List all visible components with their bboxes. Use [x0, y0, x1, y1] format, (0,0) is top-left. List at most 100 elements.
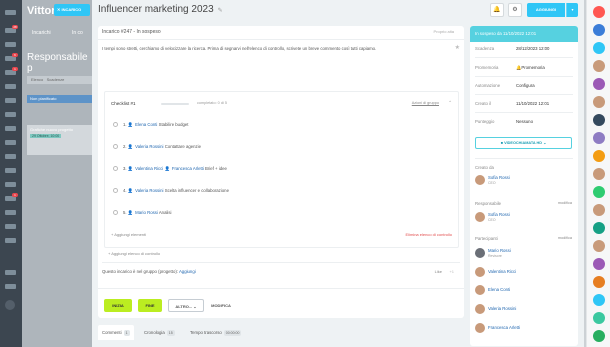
like-button[interactable]: Like	[435, 269, 442, 274]
analytics-icon[interactable]	[5, 182, 16, 187]
drive-icon[interactable]	[5, 84, 16, 89]
add-dropdown-icon[interactable]: ▾	[566, 3, 578, 17]
avatar[interactable]	[593, 258, 605, 270]
copy-link[interactable]: Proprio alta	[434, 29, 454, 34]
avatar[interactable]	[593, 114, 605, 126]
tab-history[interactable]: Cronologia 15	[140, 325, 179, 340]
avatar[interactable]	[593, 60, 605, 72]
group-chat-icon[interactable]	[593, 294, 605, 306]
menu-icon[interactable]	[5, 10, 16, 15]
settings-icon[interactable]	[5, 238, 16, 243]
participant-name[interactable]: Francesca Arletti	[488, 325, 520, 330]
video-call-button[interactable]: ■ VIDEOCHIAMATA HD ⌄	[475, 137, 572, 149]
avatar[interactable]	[593, 78, 605, 90]
deadline-value[interactable]: 28/12/2023 12:00	[516, 46, 549, 51]
avatar[interactable]	[5, 300, 15, 310]
participant-name[interactable]: Valentina Ricci	[488, 269, 516, 274]
search-icon[interactable]	[593, 24, 605, 36]
marketing-icon[interactable]	[5, 168, 16, 173]
add-items-link[interactable]: + Aggiungi elementi	[111, 232, 146, 237]
checklist-item[interactable]: 1. 👤 Elena Conti Stabilire budget	[113, 121, 188, 129]
avatar[interactable]	[593, 96, 605, 108]
avatar[interactable]	[593, 204, 605, 216]
sites-icon[interactable]	[5, 140, 16, 145]
gear-icon[interactable]	[5, 284, 16, 289]
delete-checklist-link[interactable]: Elimina elenco di controllo	[406, 232, 452, 237]
checklist-item[interactable]: 3. 👤 Valentina Ricci 👤 Francesca Arletti B…	[113, 165, 227, 173]
score-value[interactable]: Nessuno	[516, 119, 533, 124]
group-chat-icon[interactable]	[593, 132, 605, 144]
map-icon[interactable]	[5, 270, 16, 275]
chevron-up-icon[interactable]: ⌃	[448, 100, 452, 106]
avatar[interactable]	[475, 175, 485, 185]
avatar[interactable]	[475, 212, 485, 222]
modify-participants-link[interactable]: modifica	[558, 236, 572, 240]
shop-icon[interactable]	[5, 154, 16, 159]
checkbox[interactable]	[113, 210, 118, 216]
group-actions-link[interactable]: Azioni di gruppo	[412, 101, 439, 105]
checklist-item[interactable]: 5. 👤 Mario Rossi Analisi	[113, 209, 171, 217]
close-slider-button[interactable]: ✕ INCARICO	[54, 4, 90, 16]
group-chat-icon[interactable]	[593, 186, 605, 198]
checkbox[interactable]	[113, 122, 118, 128]
avatar[interactable]	[593, 276, 605, 288]
tab-time-spent[interactable]: Tempo trascorso 00:00:00	[186, 325, 245, 340]
add-checklist-link[interactable]: + Aggiungi elenco di controllo	[108, 251, 160, 256]
view-deadlines[interactable]: Scadenze	[47, 77, 65, 82]
responsible-name[interactable]: Sofia Rossi	[488, 212, 510, 217]
bell-icon[interactable]: 🔔	[490, 3, 504, 17]
start-button[interactable]: INIZIA	[104, 299, 132, 312]
tab-other[interactable]: In co	[72, 30, 83, 36]
group-chat-icon[interactable]	[593, 150, 605, 162]
checkbox[interactable]	[113, 188, 118, 194]
avatar[interactable]	[475, 285, 485, 295]
chat-icon[interactable]	[593, 42, 605, 54]
avatar[interactable]	[475, 267, 485, 277]
group-chat-icon[interactable]	[593, 222, 605, 234]
add-project-link[interactable]: Aggiungi	[179, 269, 196, 274]
user-link[interactable]: Mario Rossi	[135, 210, 158, 215]
edit-button[interactable]: MODIFICA	[208, 299, 234, 312]
group-chat-icon[interactable]	[593, 312, 605, 324]
hr-icon[interactable]	[5, 210, 16, 215]
phone-icon[interactable]	[593, 330, 605, 342]
contacts-icon[interactable]	[5, 112, 16, 117]
created-value: 11/10/2022 12:01	[516, 101, 550, 106]
close-icon[interactable]	[593, 6, 605, 18]
checklist-item[interactable]: 4. 👤 Valeria Rossini Scelta influencer e …	[113, 187, 229, 195]
modify-responsible-link[interactable]: modifica	[558, 201, 572, 205]
automation-value[interactable]: Configura	[516, 83, 535, 88]
participant-name[interactable]: Valeria Rossini	[488, 306, 516, 311]
star-icon[interactable]: ★	[455, 44, 460, 51]
feed-icon[interactable]	[5, 42, 16, 47]
avatar[interactable]	[475, 248, 485, 258]
participant-name[interactable]: Elena Conti	[488, 287, 510, 292]
crm-icon[interactable]	[5, 126, 16, 131]
more-button[interactable]: ALTRO... ⌄	[168, 299, 204, 312]
finish-button[interactable]: FINE	[138, 299, 162, 312]
apps-icon[interactable]	[5, 224, 16, 229]
pencil-icon[interactable]: ✎	[218, 8, 223, 14]
mail-icon[interactable]	[5, 98, 16, 103]
avatar[interactable]	[593, 240, 605, 252]
checklist-title[interactable]: Checklist #1	[111, 101, 136, 106]
view-list[interactable]: Elenco	[31, 77, 43, 82]
tab-incarichi[interactable]: Incarichi	[32, 30, 51, 36]
avatar[interactable]	[593, 168, 605, 180]
checkbox[interactable]	[113, 166, 118, 172]
checklist-item[interactable]: 2. 👤 Valeria Rossini Contattare agenzie	[113, 143, 201, 151]
checkbox[interactable]	[113, 144, 118, 150]
avatar[interactable]	[475, 323, 485, 333]
tab-comments[interactable]: Commenti 1	[98, 325, 134, 340]
user-link[interactable]: Valeria Rossini	[135, 144, 163, 149]
add-button[interactable]: AGGIUNGI	[527, 3, 565, 17]
participant-name[interactable]: Mario Rossi	[488, 248, 511, 253]
user-link[interactable]: Valeria Rossini	[135, 188, 163, 193]
user-link[interactable]: Francesca Arletti	[172, 166, 204, 171]
user-link[interactable]: Elena Conti	[135, 122, 157, 127]
creator-name[interactable]: Sofia Rossi	[488, 175, 510, 180]
gear-icon[interactable]: ⚙	[508, 3, 522, 17]
user-link[interactable]: Valentina Ricci	[135, 166, 163, 171]
reminder-value[interactable]: 🔔Promemoria	[516, 65, 545, 71]
avatar[interactable]	[475, 304, 485, 314]
